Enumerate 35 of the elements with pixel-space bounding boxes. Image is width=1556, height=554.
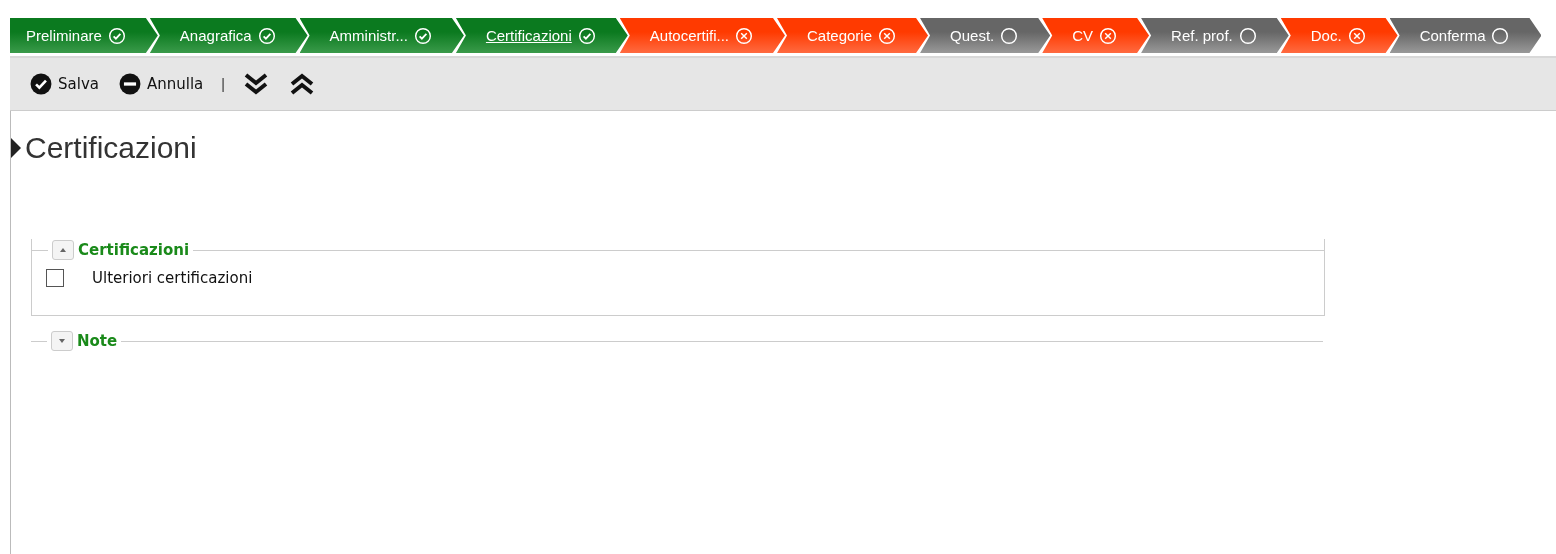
toggle-button[interactable] — [52, 240, 74, 260]
x-circle-icon — [1099, 26, 1118, 45]
toggle-button[interactable] — [51, 331, 73, 351]
wizard-step[interactable]: Conferma — [1389, 18, 1542, 53]
x-circle-icon — [735, 26, 753, 45]
check-circle-icon — [107, 26, 126, 45]
separator: | — [221, 76, 225, 92]
section-title: Note — [77, 332, 118, 350]
wizard-step[interactable]: Ref. prof. — [1141, 18, 1289, 53]
wizard-step[interactable]: Preliminare — [10, 18, 158, 53]
minus-circle-icon — [118, 73, 141, 95]
save-button[interactable]: Salva — [22, 69, 107, 99]
circle-icon — [1000, 26, 1019, 45]
wizard-step[interactable]: Doc. — [1280, 18, 1398, 53]
check-circle-icon — [577, 26, 596, 45]
cancel-button[interactable]: Annulla — [110, 69, 212, 99]
circle-icon — [1491, 26, 1510, 45]
page-title: Certificazioni — [25, 131, 197, 165]
wizard-step[interactable]: Certificazioni — [455, 18, 628, 53]
wizard-step[interactable]: Categorie — [777, 18, 929, 53]
wizard-step[interactable]: CV — [1042, 18, 1150, 53]
section-title: Certificazioni — [78, 241, 190, 259]
wizard-step[interactable]: Amministr... — [299, 18, 464, 53]
triangle-icon — [11, 138, 21, 158]
wizard-step[interactable]: Autocertifi... — [619, 18, 785, 53]
wizard-step[interactable]: Quest. — [920, 18, 1051, 53]
checkbox-label: Ulteriori certificazioni — [92, 269, 253, 287]
x-circle-icon — [878, 26, 897, 45]
wizard-step[interactable]: Anagrafica — [149, 18, 308, 53]
x-circle-icon — [1347, 26, 1366, 45]
check-circle-icon — [30, 73, 52, 95]
check-circle-icon — [413, 26, 432, 45]
check-circle-icon — [257, 26, 276, 45]
checkbox[interactable] — [46, 269, 64, 287]
circle-icon — [1238, 26, 1257, 45]
